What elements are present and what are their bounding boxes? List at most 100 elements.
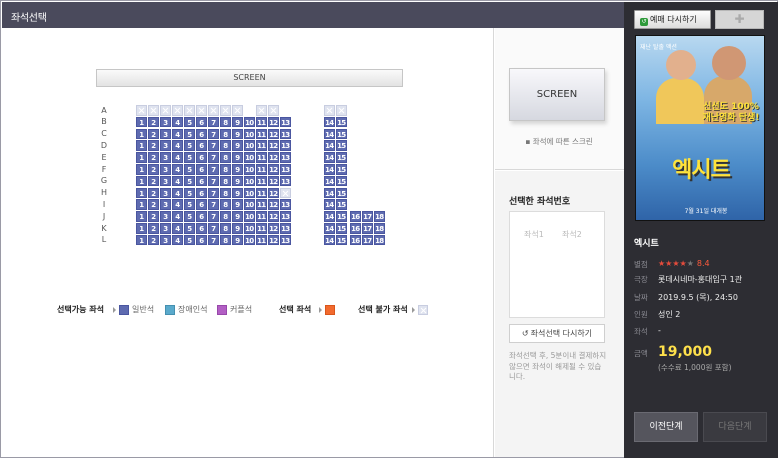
seat-k11[interactable]: 11 bbox=[256, 223, 267, 234]
seat-j6[interactable]: 6 bbox=[196, 211, 207, 222]
seat-i6[interactable]: 6 bbox=[196, 199, 207, 210]
seat-d8[interactable]: 8 bbox=[220, 140, 231, 151]
seat-g2[interactable]: 2 bbox=[148, 175, 159, 187]
seat-b10[interactable]: 10 bbox=[244, 116, 255, 128]
seat-d5[interactable]: 5 bbox=[184, 140, 195, 151]
seat-l9[interactable]: 9 bbox=[232, 234, 243, 246]
seat-l16[interactable]: 16 bbox=[350, 234, 361, 246]
seat-i15[interactable]: 15 bbox=[336, 199, 347, 210]
seat-g9[interactable]: 9 bbox=[232, 175, 243, 187]
seat-e10[interactable]: 10 bbox=[244, 152, 255, 163]
seat-f3[interactable]: 3 bbox=[160, 164, 171, 175]
rebook-button[interactable]: ↺ 예매 다시하기 bbox=[634, 10, 711, 29]
seat-j7[interactable]: 7 bbox=[208, 211, 219, 222]
seat-j2[interactable]: 2 bbox=[148, 211, 159, 222]
seat-d2[interactable]: 2 bbox=[148, 140, 159, 151]
seat-l2[interactable]: 2 bbox=[148, 234, 159, 246]
seat-i3[interactable]: 3 bbox=[160, 199, 171, 210]
seat-f15[interactable]: 15 bbox=[336, 164, 347, 175]
seat-j4[interactable]: 4 bbox=[172, 211, 183, 222]
seat-f11[interactable]: 11 bbox=[256, 164, 267, 175]
seat-c12[interactable]: 12 bbox=[268, 128, 279, 140]
seat-c10[interactable]: 10 bbox=[244, 128, 255, 140]
seat-i5[interactable]: 5 bbox=[184, 199, 195, 210]
seat-j16[interactable]: 16 bbox=[350, 211, 361, 222]
seat-b8[interactable]: 8 bbox=[220, 116, 231, 128]
seat-h5[interactable]: 5 bbox=[184, 187, 195, 199]
seat-b1[interactable]: 1 bbox=[136, 116, 147, 128]
seat-e14[interactable]: 14 bbox=[324, 152, 335, 163]
seat-l8[interactable]: 8 bbox=[220, 234, 231, 246]
seat-l15[interactable]: 15 bbox=[336, 234, 347, 246]
seat-j11[interactable]: 11 bbox=[256, 211, 267, 222]
seat-g3[interactable]: 3 bbox=[160, 175, 171, 187]
seat-i10[interactable]: 10 bbox=[244, 199, 255, 210]
seat-e2[interactable]: 2 bbox=[148, 152, 159, 163]
seat-j14[interactable]: 14 bbox=[324, 211, 335, 222]
seat-j1[interactable]: 1 bbox=[136, 211, 147, 222]
seat-j5[interactable]: 5 bbox=[184, 211, 195, 222]
seat-l5[interactable]: 5 bbox=[184, 234, 195, 246]
seat-b14[interactable]: 14 bbox=[324, 116, 335, 128]
seat-d15[interactable]: 15 bbox=[336, 140, 347, 151]
previous-step-button[interactable]: 이전단계 bbox=[634, 412, 698, 442]
seat-h15[interactable]: 15 bbox=[336, 187, 347, 199]
seat-k7[interactable]: 7 bbox=[208, 223, 219, 234]
seat-c7[interactable]: 7 bbox=[208, 128, 219, 140]
seat-b15[interactable]: 15 bbox=[336, 116, 347, 128]
seat-k1[interactable]: 1 bbox=[136, 223, 147, 234]
seat-c3[interactable]: 3 bbox=[160, 128, 171, 140]
seat-h6[interactable]: 6 bbox=[196, 187, 207, 199]
seat-h12[interactable]: 12 bbox=[268, 187, 279, 199]
seat-l18[interactable]: 18 bbox=[374, 234, 385, 246]
seat-k14[interactable]: 14 bbox=[324, 223, 335, 234]
seat-c11[interactable]: 11 bbox=[256, 128, 267, 140]
seat-k2[interactable]: 2 bbox=[148, 223, 159, 234]
seat-f6[interactable]: 6 bbox=[196, 164, 207, 175]
seat-g1[interactable]: 1 bbox=[136, 175, 147, 187]
seat-j13[interactable]: 13 bbox=[280, 211, 291, 222]
seat-e13[interactable]: 13 bbox=[280, 152, 291, 163]
seat-e6[interactable]: 6 bbox=[196, 152, 207, 163]
seat-f9[interactable]: 9 bbox=[232, 164, 243, 175]
seat-d9[interactable]: 9 bbox=[232, 140, 243, 151]
seat-k10[interactable]: 10 bbox=[244, 223, 255, 234]
seat-c4[interactable]: 4 bbox=[172, 128, 183, 140]
seat-g11[interactable]: 11 bbox=[256, 175, 267, 187]
seat-f2[interactable]: 2 bbox=[148, 164, 159, 175]
seat-e12[interactable]: 12 bbox=[268, 152, 279, 163]
seat-i9[interactable]: 9 bbox=[232, 199, 243, 210]
seat-i1[interactable]: 1 bbox=[136, 199, 147, 210]
seat-k13[interactable]: 13 bbox=[280, 223, 291, 234]
seat-h7[interactable]: 7 bbox=[208, 187, 219, 199]
seat-f5[interactable]: 5 bbox=[184, 164, 195, 175]
seat-b9[interactable]: 9 bbox=[232, 116, 243, 128]
seat-d3[interactable]: 3 bbox=[160, 140, 171, 151]
seat-k15[interactable]: 15 bbox=[336, 223, 347, 234]
seat-l17[interactable]: 17 bbox=[362, 234, 373, 246]
seat-b5[interactable]: 5 bbox=[184, 116, 195, 128]
seat-e4[interactable]: 4 bbox=[172, 152, 183, 163]
seat-i11[interactable]: 11 bbox=[256, 199, 267, 210]
seat-b7[interactable]: 7 bbox=[208, 116, 219, 128]
seat-b6[interactable]: 6 bbox=[196, 116, 207, 128]
seat-k9[interactable]: 9 bbox=[232, 223, 243, 234]
seat-e11[interactable]: 11 bbox=[256, 152, 267, 163]
seat-b2[interactable]: 2 bbox=[148, 116, 159, 128]
seat-g10[interactable]: 10 bbox=[244, 175, 255, 187]
seat-e1[interactable]: 1 bbox=[136, 152, 147, 163]
seat-j8[interactable]: 8 bbox=[220, 211, 231, 222]
seat-i13[interactable]: 13 bbox=[280, 199, 291, 210]
seat-i7[interactable]: 7 bbox=[208, 199, 219, 210]
seat-l12[interactable]: 12 bbox=[268, 234, 279, 246]
seat-c8[interactable]: 8 bbox=[220, 128, 231, 140]
seat-k5[interactable]: 5 bbox=[184, 223, 195, 234]
puzzle-button[interactable]: ✚ bbox=[715, 10, 764, 29]
seat-g12[interactable]: 12 bbox=[268, 175, 279, 187]
seat-d14[interactable]: 14 bbox=[324, 140, 335, 151]
seat-g14[interactable]: 14 bbox=[324, 175, 335, 187]
seat-f8[interactable]: 8 bbox=[220, 164, 231, 175]
seat-g7[interactable]: 7 bbox=[208, 175, 219, 187]
seat-j3[interactable]: 3 bbox=[160, 211, 171, 222]
seat-b12[interactable]: 12 bbox=[268, 116, 279, 128]
